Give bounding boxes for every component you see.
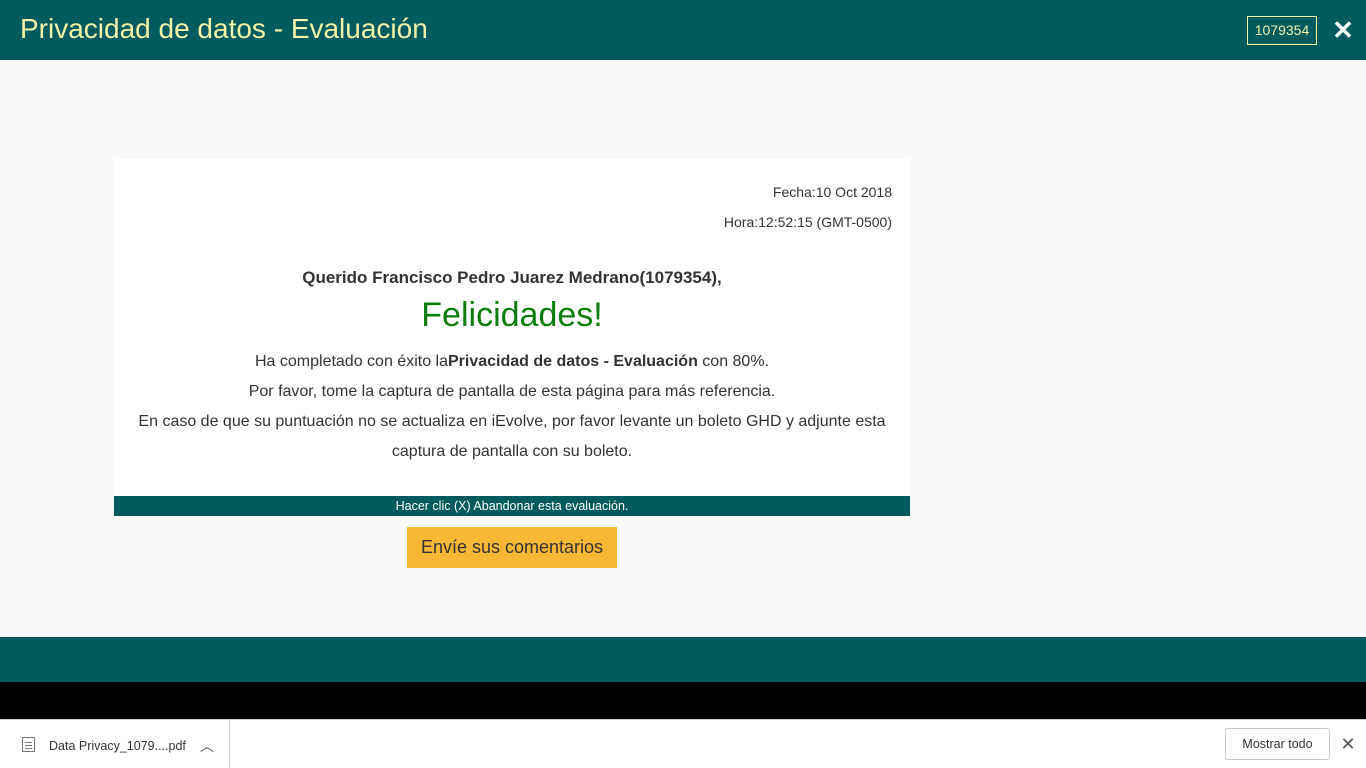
abandon-bar: Hacer clic (X) Abandonar esta evaluación… xyxy=(114,496,910,516)
screenshot-instruction: Por favor, tome la captura de pantalla d… xyxy=(248,383,776,400)
time-label: Hora:12:52:15 (GMT-0500) xyxy=(723,214,892,230)
congratulations-heading: Felicidades! xyxy=(421,296,603,334)
user-id-badge: 1079354 xyxy=(1247,16,1317,45)
download-item[interactable]: Data Privacy_1079....pdf ︿ xyxy=(0,720,230,768)
result-card: Fecha:10 Oct 2018 Hora:12:52:15 (GMT-050… xyxy=(114,159,910,496)
page-title: Privacidad de datos - Evaluación xyxy=(20,13,428,44)
download-bar: Data Privacy_1079....pdf ︿ Mostrar todo … xyxy=(0,719,1366,768)
greeting: Querido Francisco Pedro Juarez Medrano(1… xyxy=(302,268,722,287)
top-bar: Privacidad de datos - Evaluación 1079354… xyxy=(0,0,1366,60)
completion-line: Ha completado con éxito laPrivacidad de … xyxy=(128,347,896,377)
pdf-file-icon xyxy=(22,737,35,752)
close-download-bar-icon[interactable]: ✕ xyxy=(1339,733,1357,755)
feedback-button[interactable]: Envíe sus comentarios xyxy=(407,527,617,568)
completion-prefix: Ha completado con éxito la xyxy=(254,353,448,370)
completion-score: con 80%. xyxy=(697,353,769,370)
footer-band xyxy=(0,637,1366,682)
ticket-instruction: En caso de que su puntuación no se actua… xyxy=(138,413,886,460)
close-icon[interactable]: ✕ xyxy=(1331,15,1355,45)
date-label: Fecha:10 Oct 2018 xyxy=(772,184,892,200)
chevron-up-icon[interactable]: ︿ xyxy=(199,736,215,754)
show-all-button[interactable]: Mostrar todo xyxy=(1225,728,1330,760)
assessment-name: Privacidad de datos - Evaluación xyxy=(447,353,698,370)
result-message: Ha completado con éxito laPrivacidad de … xyxy=(128,347,896,467)
black-band xyxy=(0,682,1366,719)
download-file-name: Data Privacy_1079....pdf xyxy=(49,739,186,753)
